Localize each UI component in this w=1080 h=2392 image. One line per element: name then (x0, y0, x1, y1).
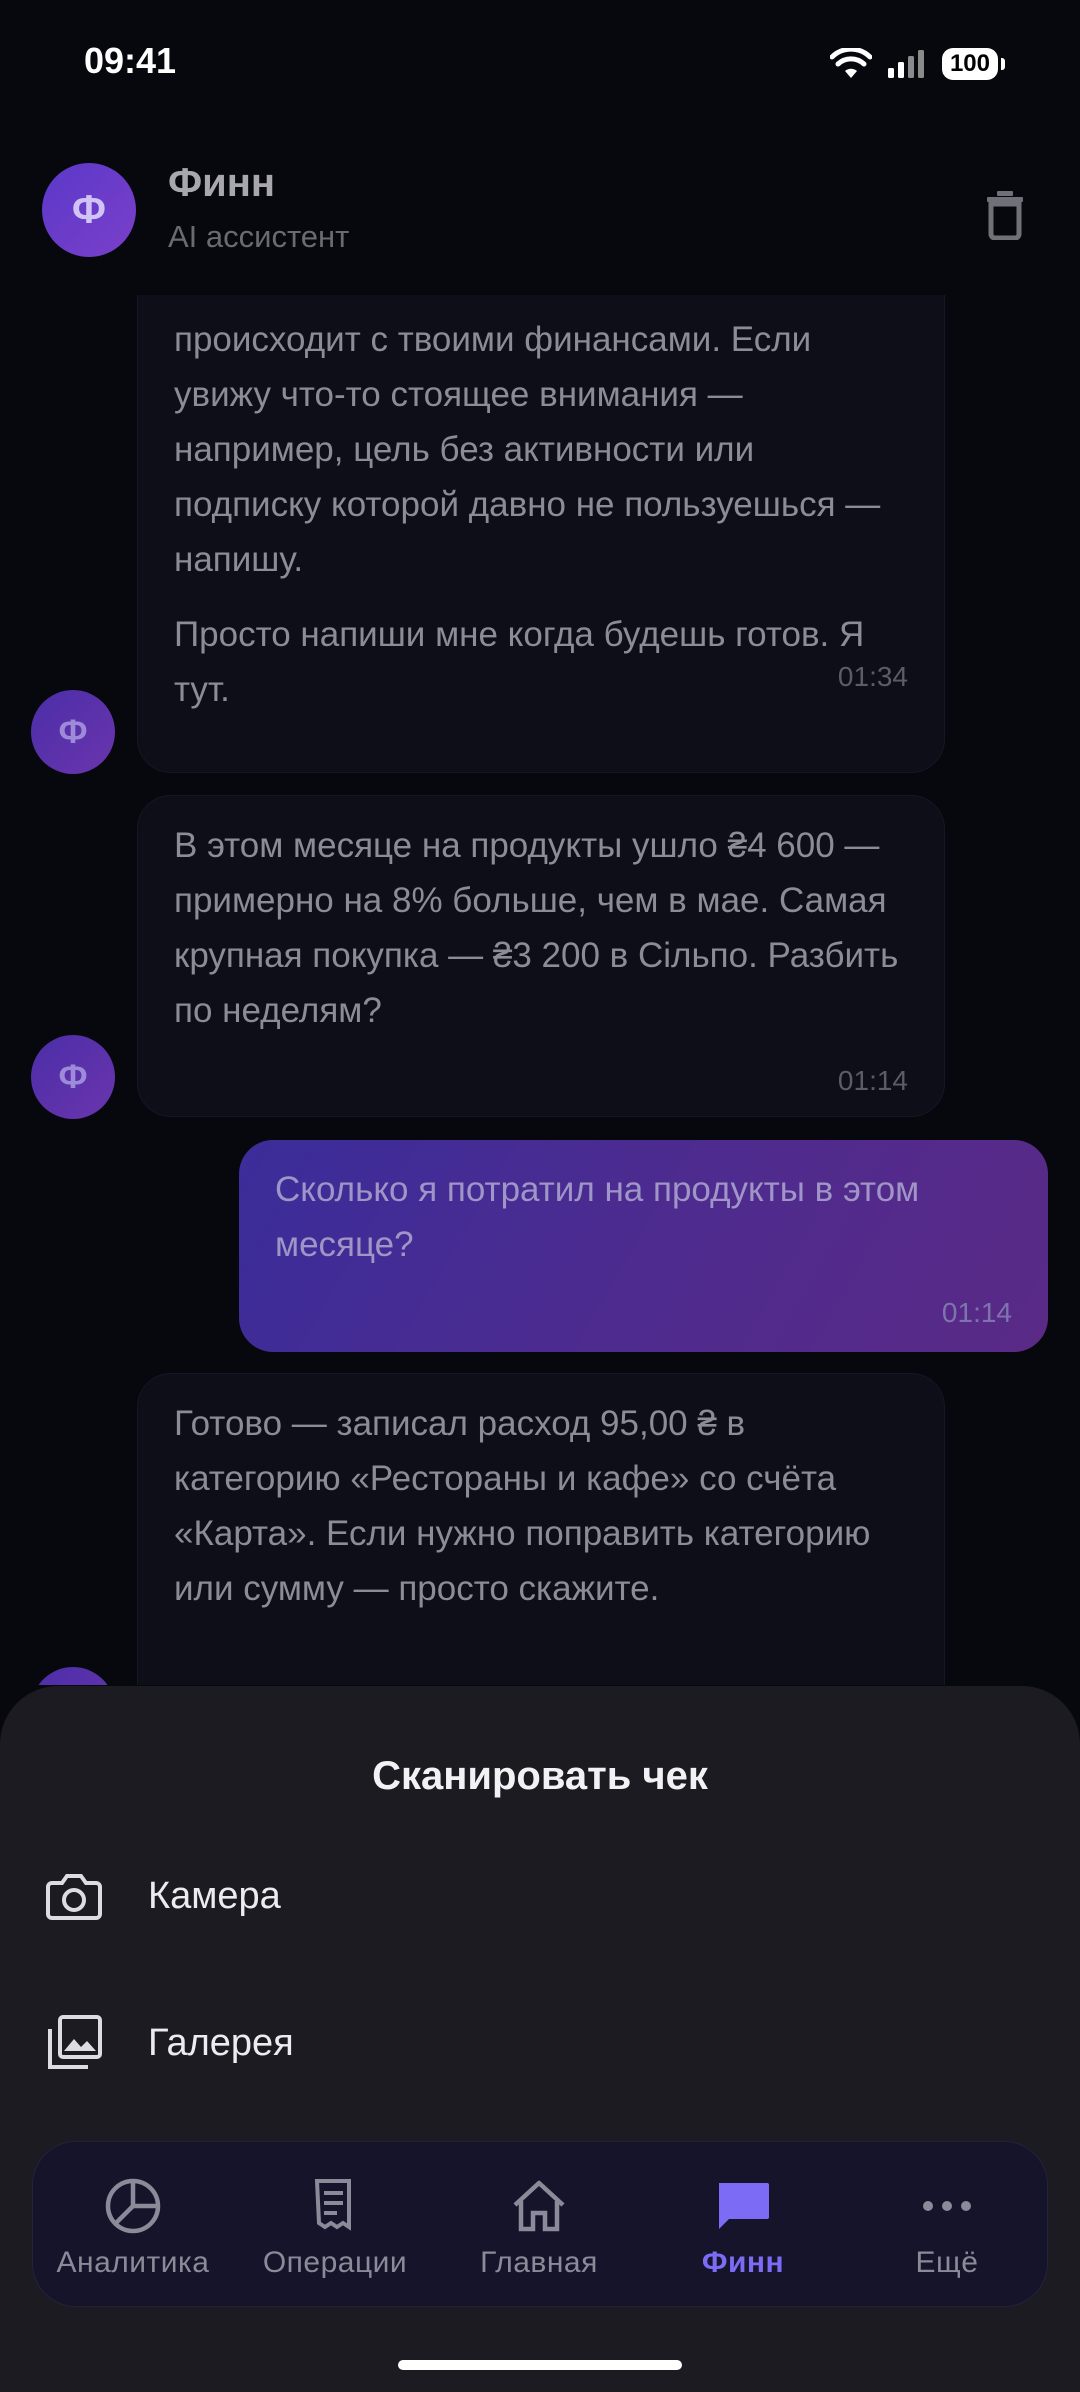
nav-label: Главная (480, 2246, 598, 2279)
message-time: 01:14 (941, 1297, 1012, 1328)
assistant-avatar: Ф (42, 163, 136, 257)
status-bar: 09:41 100 (0, 0, 1080, 125)
bot-avatar: Ф (31, 1667, 115, 1685)
gallery-icon (44, 2013, 104, 2073)
signal-icon (887, 50, 924, 78)
nav-finn[interactable]: Финн (643, 2142, 843, 2308)
nav-label: Финн (701, 2246, 785, 2279)
camera-label: Камера (148, 1874, 281, 1917)
sheet-title: Сканировать чек (372, 1754, 708, 1798)
chat-icon (711, 2174, 775, 2238)
nav-operations[interactable]: Операции (235, 2142, 435, 2308)
nav-more[interactable]: Ещё (847, 2142, 1047, 2308)
more-icon (915, 2174, 979, 2238)
nav-label: Аналитика (56, 2246, 210, 2279)
message-text: Готово — записал расход 95,00 ₴ в катего… (174, 1404, 871, 1608)
wifi-icon (829, 48, 872, 78)
nav-label: Ещё (915, 2246, 979, 2279)
chat-header: Ф Финн AI ассистент (0, 125, 1080, 295)
message-text: Просто напиши мне когда будешь готов. Я … (174, 615, 865, 709)
bot-avatar: Ф (31, 690, 115, 774)
assistant-name: Финн (168, 161, 276, 205)
message-text: происходит с твоими финансами. Если увиж… (174, 320, 881, 579)
battery-indicator: 100 (941, 48, 1006, 80)
bot-message: В этом месяце на продукты ушло ₴4 600 — … (137, 795, 945, 1117)
home-icon (507, 2174, 571, 2238)
camera-icon (44, 1866, 104, 1926)
bot-avatar: Ф (31, 1035, 115, 1119)
status-icons: 100 (829, 44, 1006, 84)
nav-home[interactable]: Главная (439, 2142, 639, 2308)
message-text: Сколько я потратил на продукты в этом ме… (275, 1170, 920, 1264)
clear-chat-button[interactable] (970, 180, 1040, 250)
trash-icon (987, 191, 1023, 240)
gallery-option[interactable]: Галерея (0, 1983, 1080, 2103)
receipt-icon (303, 2174, 367, 2238)
bot-message: Готово — записал расход 95,00 ₴ в катего… (137, 1373, 945, 1685)
message-text: В этом месяце на продукты ушло ₴4 600 — … (174, 826, 899, 1030)
camera-option[interactable]: Камера (0, 1836, 1080, 1956)
nav-analytics[interactable]: Аналитика (33, 2142, 233, 2308)
home-indicator[interactable] (398, 2360, 682, 2370)
assistant-subtitle: AI ассистент (168, 219, 350, 254)
user-message: Сколько я потратил на продукты в этом ме… (239, 1140, 1048, 1352)
message-time: 01:14 (837, 1065, 908, 1096)
nav-label: Операции (262, 2246, 408, 2279)
status-time: 09:41 (84, 40, 177, 81)
bot-message: происходит с твоими финансами. Если увиж… (137, 295, 945, 773)
gallery-label: Галерея (148, 2021, 294, 2064)
pie-chart-icon (101, 2174, 165, 2238)
bottom-nav: Аналитика Операции Главная Финн Ещё (32, 2141, 1048, 2307)
message-time: 01:34 (837, 661, 908, 692)
chat-messages[interactable]: происходит с твоими финансами. Если увиж… (0, 295, 1080, 1685)
